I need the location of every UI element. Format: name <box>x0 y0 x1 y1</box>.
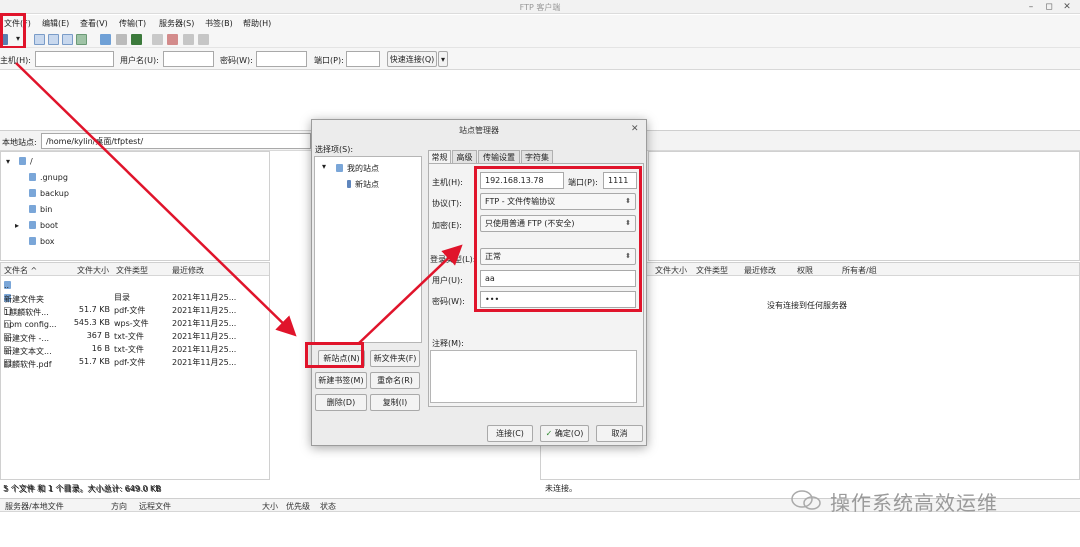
watermark-text: 操作系统高效运维 <box>830 491 998 515</box>
annotation-arrows <box>15 62 463 345</box>
arrow-to-connection-fields <box>357 244 463 345</box>
watermark: 操作系统高效运维 <box>790 485 1070 515</box>
wechat-icon <box>791 490 821 510</box>
arrow-to-new-site <box>15 62 297 337</box>
